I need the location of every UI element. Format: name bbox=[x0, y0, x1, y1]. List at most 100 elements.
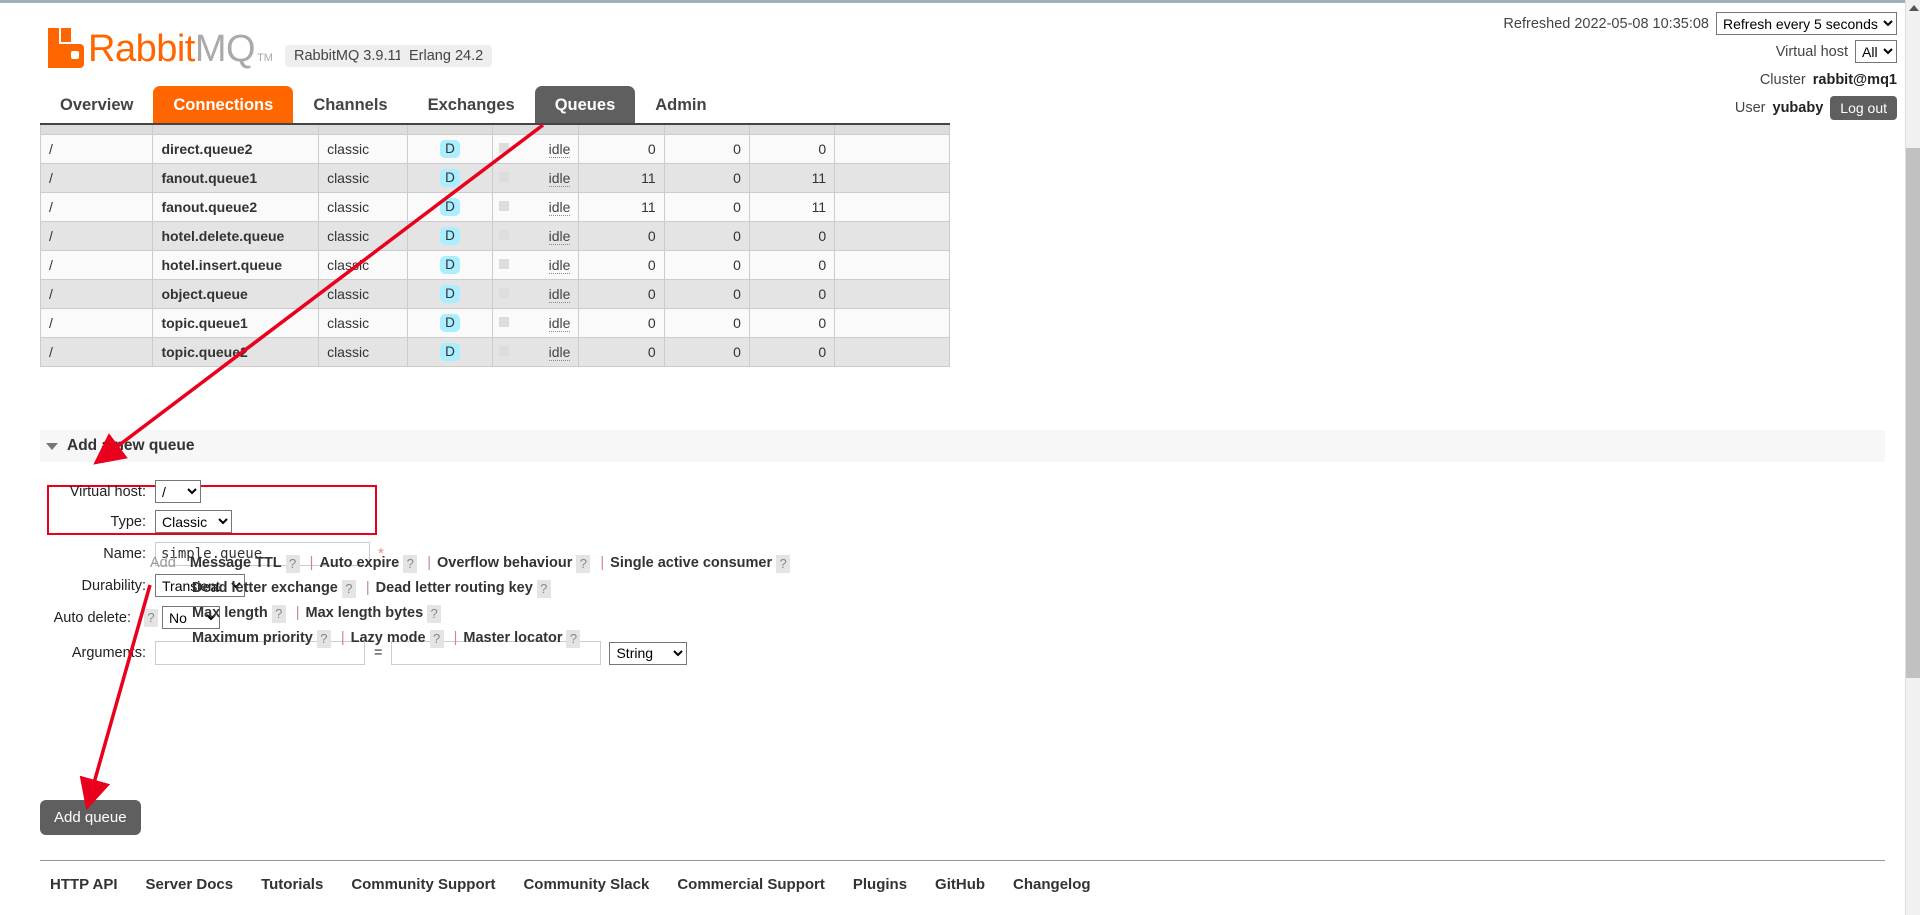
argument-presets-line-4: Maximum priority ? | Lazy mode ? | Maste… bbox=[192, 626, 794, 651]
cluster-label: Cluster bbox=[1759, 71, 1806, 88]
argument-presets: Add Message TTL ? | Auto expire ? | Over… bbox=[150, 551, 794, 651]
durable-badge: D bbox=[440, 342, 460, 361]
durability-field-label: Durability: bbox=[81, 577, 146, 594]
cell-blank bbox=[834, 191, 950, 222]
preset-master-locator[interactable]: Master locator bbox=[463, 626, 562, 651]
cell-messages-unacked: 0 bbox=[663, 249, 750, 280]
preset-maximum-priority[interactable]: Maximum priority bbox=[192, 626, 313, 651]
table-row[interactable]: / hotel.insert.queue classic Didle 0 0 0 bbox=[39, 249, 950, 280]
preset-overflow-behaviour[interactable]: Overflow behaviour bbox=[437, 551, 572, 576]
cell-features: D bbox=[406, 162, 494, 193]
cell-messages-unacked: 0 bbox=[663, 133, 750, 164]
footer-divider bbox=[40, 860, 1885, 861]
tab-connections[interactable]: Connections bbox=[153, 86, 294, 127]
cell-virtual-host: / bbox=[39, 162, 154, 193]
page-scrollbar[interactable] bbox=[1905, 0, 1920, 915]
add-queue-section-header[interactable]: Add a new queue bbox=[40, 430, 1885, 462]
table-row[interactable]: / hotel.delete.queue classic Didle 0 0 0 bbox=[39, 220, 950, 251]
preset-max-length-help-icon[interactable]: ? bbox=[271, 604, 286, 623]
preset-lazy-mode-help-icon[interactable]: ? bbox=[429, 629, 444, 648]
preset-single-active-consumer-help-icon[interactable]: ? bbox=[776, 554, 791, 573]
logo-text-mq: MQ bbox=[194, 28, 256, 70]
footer-link-changelog[interactable]: Changelog bbox=[1013, 876, 1091, 893]
preset-auto-expire[interactable]: Auto expire bbox=[319, 551, 399, 576]
preset-message-ttl-help-icon[interactable]: ? bbox=[285, 554, 300, 573]
argument-presets-line-1: Add Message TTL ? | Auto expire ? | Over… bbox=[150, 551, 794, 576]
preset-message-ttl[interactable]: Message TTL bbox=[190, 551, 282, 576]
table-header-cell bbox=[492, 123, 580, 135]
cell-blank bbox=[834, 133, 950, 164]
cell-virtual-host: / bbox=[39, 278, 154, 309]
state-color-square bbox=[499, 142, 510, 153]
preset-max-length-bytes-help-icon[interactable]: ? bbox=[427, 604, 442, 623]
cell-queue-name: object.queue bbox=[152, 278, 320, 309]
scrollbar-thumb[interactable] bbox=[1906, 148, 1920, 678]
preset-lazy-mode[interactable]: Lazy mode bbox=[351, 626, 426, 651]
table-row[interactable]: / object.queue classic Didle 0 0 0 bbox=[39, 278, 950, 309]
table-row[interactable]: / fanout.queue1 classic Didle 11 0 11 bbox=[39, 162, 950, 193]
footer-link-community-slack[interactable]: Community Slack bbox=[523, 876, 649, 893]
preset-overflow-behaviour-help-icon[interactable]: ? bbox=[576, 554, 591, 573]
cell-messages-ready: 0 bbox=[578, 278, 665, 309]
rabbitmq-logo[interactable]: Rabbit MQ TM bbox=[48, 28, 273, 68]
footer-link-commercial-support[interactable]: Commercial Support bbox=[677, 876, 825, 893]
logout-button[interactable]: Log out bbox=[1830, 95, 1897, 120]
footer-link-tutorials[interactable]: Tutorials bbox=[261, 876, 323, 893]
rabbitmq-management-page: Rabbit MQ TM RabbitMQ 3.9.11 Erlang 24.2… bbox=[0, 0, 1920, 915]
cell-queue-type: classic bbox=[318, 249, 408, 280]
footer-link-plugins[interactable]: Plugins bbox=[853, 876, 907, 893]
form-type-select[interactable]: Classic bbox=[155, 510, 232, 533]
state-label: idle bbox=[548, 198, 571, 216]
name-field-label: Name: bbox=[103, 545, 146, 562]
tab-overview[interactable]: Overview bbox=[40, 86, 153, 127]
state-label: idle bbox=[548, 256, 571, 274]
preset-single-active-consumer[interactable]: Single active consumer bbox=[610, 551, 772, 576]
cell-queue-type: classic bbox=[318, 133, 408, 164]
preset-dead-letter-routing-key[interactable]: Dead letter routing key bbox=[376, 576, 533, 601]
table-row[interactable]: / topic.queue1 classic Didle 0 0 0 bbox=[39, 307, 950, 338]
state-color-square bbox=[499, 316, 510, 327]
preset-max-length[interactable]: Max length bbox=[192, 601, 268, 626]
form-virtual-host-select[interactable]: / bbox=[155, 480, 201, 503]
preset-dead-letter-exchange[interactable]: Dead letter exchange bbox=[192, 576, 338, 601]
footer-link-github[interactable]: GitHub bbox=[935, 876, 985, 893]
cell-messages-ready: 0 bbox=[578, 307, 665, 338]
preset-max-length-bytes[interactable]: Max length bytes bbox=[306, 601, 424, 626]
preset-auto-expire-help-icon[interactable]: ? bbox=[403, 554, 418, 573]
tab-queues[interactable]: Queues bbox=[534, 86, 636, 127]
cell-virtual-host: / bbox=[39, 191, 154, 222]
cell-virtual-host: / bbox=[39, 133, 154, 164]
footer-link-community-support[interactable]: Community Support bbox=[351, 876, 495, 893]
preset-maximum-priority-help-icon[interactable]: ? bbox=[316, 629, 331, 648]
cell-queue-type: classic bbox=[318, 278, 408, 309]
tab-channels[interactable]: Channels bbox=[293, 86, 407, 127]
preset-dead-letter-exchange-help-icon[interactable]: ? bbox=[341, 579, 356, 598]
cell-messages-total: 0 bbox=[748, 220, 836, 251]
cell-messages-unacked: 0 bbox=[663, 278, 750, 309]
scrollbar-up-arrow-icon[interactable] bbox=[1909, 5, 1919, 11]
table-row[interactable]: / direct.queue2 classic Didle 0 0 0 bbox=[39, 133, 950, 164]
preset-dead-letter-routing-key-help-icon[interactable]: ? bbox=[536, 579, 551, 598]
footer-link-server-docs[interactable]: Server Docs bbox=[146, 876, 234, 893]
logo-text-rabbit: Rabbit bbox=[88, 28, 195, 70]
table-row[interactable]: / topic.queue2 classic Didle 0 0 0 bbox=[39, 336, 950, 367]
virtual-host-select[interactable]: All bbox=[1855, 40, 1897, 63]
virtual-host-row: Virtual host All bbox=[1503, 40, 1897, 63]
form-row-type: Type: Classic bbox=[40, 508, 687, 535]
refresh-interval-select[interactable]: Refresh every 5 seconds bbox=[1716, 12, 1897, 35]
cell-queue-name: fanout.queue1 bbox=[152, 162, 320, 193]
cell-blank bbox=[834, 249, 950, 280]
logo-trademark: TM bbox=[257, 52, 273, 64]
add-queue-button[interactable]: Add queue bbox=[40, 800, 141, 835]
add-argument-label: Add bbox=[150, 555, 176, 571]
collapse-triangle-icon[interactable] bbox=[46, 442, 58, 450]
state-color-square bbox=[499, 258, 510, 269]
footer-link-http-api[interactable]: HTTP API bbox=[50, 876, 118, 893]
table-row[interactable]: / fanout.queue2 classic Didle 11 0 11 bbox=[39, 191, 950, 222]
separator: | bbox=[365, 580, 370, 596]
durable-badge: D bbox=[440, 313, 460, 332]
preset-master-locator-help-icon[interactable]: ? bbox=[566, 629, 581, 648]
tab-exchanges[interactable]: Exchanges bbox=[408, 86, 535, 127]
tab-admin[interactable]: Admin bbox=[635, 86, 726, 127]
cell-messages-ready: 0 bbox=[578, 249, 665, 280]
